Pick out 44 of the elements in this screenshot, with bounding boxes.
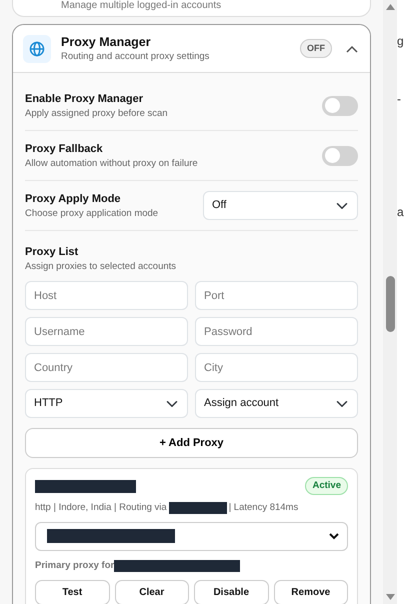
- mode-dropdown[interactable]: Off: [203, 191, 358, 220]
- setting-label: Proxy Fallback: [25, 142, 104, 156]
- proxy-details: | Latency 814ms: [228, 501, 298, 516]
- toggle-switch[interactable]: [322, 146, 358, 166]
- list-subtitle: Assign proxies to selected accounts: [25, 260, 178, 273]
- action-button[interactable]: Test: [35, 580, 110, 604]
- list-title: Proxy List: [25, 245, 80, 260]
- input-field[interactable]: Host: [25, 281, 188, 310]
- globe-icon: [23, 34, 51, 62]
- status-badge: Active: [305, 477, 348, 496]
- section-subtitle: Routing and account proxy settings: [61, 50, 210, 63]
- setting-description: Allow automation without proxy on failure: [25, 156, 198, 170]
- scroll-up-icon[interactable]: [386, 4, 394, 10]
- add-proxy-button[interactable]: + Add Proxy: [25, 428, 358, 458]
- action-button[interactable]: Clear: [114, 580, 189, 604]
- setting-label: Enable Proxy Manager: [25, 92, 144, 106]
- input-field[interactable]: Password: [195, 317, 358, 346]
- input-field[interactable]: Country: [25, 353, 188, 382]
- primary-proxy-label: Primary proxy for: [35, 558, 114, 572]
- background-text: a: [397, 204, 404, 221]
- redaction-bar: [168, 502, 227, 514]
- scrollbar-thumb[interactable]: [386, 276, 394, 332]
- dropdown[interactable]: HTTP: [25, 389, 188, 418]
- background-text: -: [397, 91, 402, 108]
- setting-label: Proxy Apply Mode: [25, 192, 122, 206]
- setting-description: Choose proxy application mode: [25, 206, 158, 220]
- input-field[interactable]: Username: [25, 317, 188, 346]
- background-text: g: [397, 33, 404, 50]
- action-button[interactable]: Disable: [194, 580, 268, 604]
- status-badge: OFF: [300, 38, 332, 58]
- input-field[interactable]: Port: [195, 281, 358, 310]
- setting-description: Apply assigned proxy before scan: [25, 106, 168, 120]
- chevron-icon[interactable]: [346, 44, 358, 52]
- proxy-details: http | Indore, India | Routing via: [35, 501, 167, 516]
- chevron-down-icon: [329, 532, 339, 540]
- scroll-down-icon[interactable]: [386, 594, 394, 600]
- action-button[interactable]: Remove: [274, 580, 348, 604]
- section-subtitle: Manage multiple logged-in accounts: [61, 0, 222, 11]
- toggle-switch[interactable]: [322, 96, 358, 116]
- section-header[interactable]: Proxy Manager Routing and account proxy settings OFF: [13, 25, 370, 73]
- section-title: Proxy Manager: [61, 34, 152, 50]
- dropdown[interactable]: Assign account: [195, 389, 358, 418]
- account-dropdown[interactable]: [35, 522, 348, 550]
- input-field[interactable]: City: [195, 353, 358, 382]
